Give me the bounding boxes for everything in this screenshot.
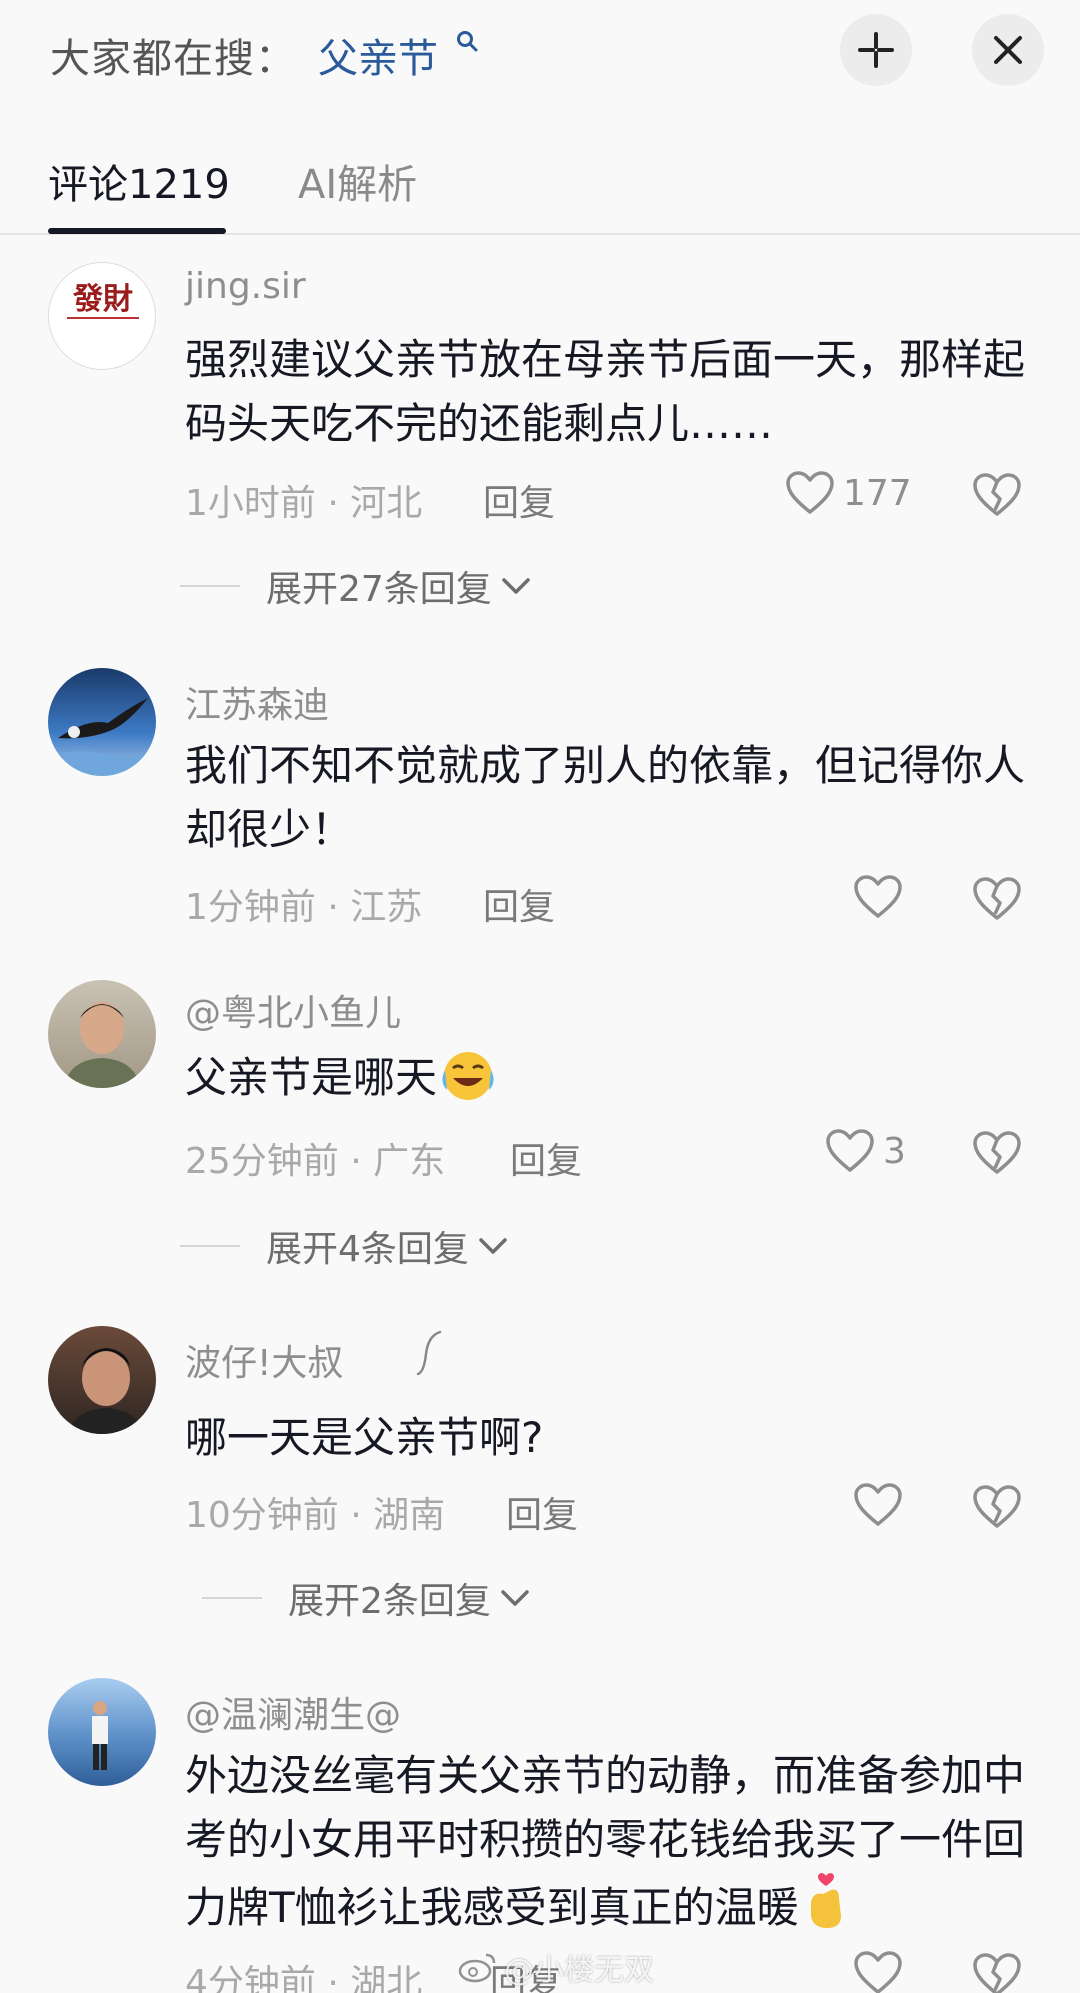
comment-meta: 4分钟前 · 湖北	[185, 1963, 423, 1993]
divider-line	[202, 1597, 262, 1599]
chevron-down-icon	[502, 578, 530, 594]
heart-icon	[786, 471, 834, 514]
avatar[interactable]	[48, 1326, 156, 1434]
like-button[interactable]: 177	[785, 470, 912, 516]
username[interactable]: @温澜潮生@	[185, 1686, 401, 1738]
active-tab-indicator	[48, 228, 226, 234]
broken-heart-icon	[973, 877, 1021, 920]
dislike-button[interactable]	[972, 1130, 1022, 1180]
heart-icon	[826, 1129, 874, 1172]
username[interactable]: jing.sir	[185, 266, 306, 307]
dislike-button[interactable]	[972, 1484, 1022, 1534]
heart-icon	[854, 875, 902, 918]
tab-comments[interactable]: 评论1219	[48, 152, 230, 210]
search-prefix: 大家都在搜：	[50, 36, 296, 82]
comment-meta: 1分钟前 · 江苏	[185, 887, 423, 928]
heart-icon	[854, 1951, 902, 1993]
search-bar: 大家都在搜： 父亲节	[0, 0, 1080, 110]
divider-line	[180, 585, 240, 587]
laughing-crying-emoji-icon	[442, 1052, 494, 1100]
collapse-icon	[858, 32, 894, 68]
expand-replies-button[interactable]: 展开27条回复	[180, 560, 532, 612]
like-button[interactable]	[853, 1950, 903, 1993]
watermark: @小楼无双	[458, 1945, 654, 1989]
expand-replies-button[interactable]: 展开4条回复	[180, 1220, 509, 1272]
chevron-down-icon	[501, 1590, 529, 1606]
avatar[interactable]: 發財	[48, 262, 156, 370]
divider-line	[180, 1245, 240, 1247]
comment-text: 哪一天是父亲节啊?	[185, 1413, 544, 1462]
dislike-button[interactable]	[972, 472, 1022, 522]
comment-text-body: 父亲节是哪天	[185, 1053, 438, 1102]
comment-meta: 10分钟前 · 湖南	[185, 1495, 446, 1536]
avatar[interactable]	[48, 668, 156, 776]
username[interactable]: 波仔!大叔	[185, 1334, 343, 1386]
like-button[interactable]	[853, 874, 903, 920]
avatar[interactable]	[48, 1678, 156, 1786]
dislike-button[interactable]	[972, 1952, 1022, 1993]
reply-button[interactable]: 回复	[510, 1132, 582, 1184]
svg-text:發財: 發財	[72, 282, 133, 317]
dislike-button[interactable]	[972, 876, 1022, 926]
comment-text: 我们不知不觉就成了别人的依靠，但记得你人却很少！	[185, 741, 1026, 854]
reply-button[interactable]: 回复	[483, 878, 555, 930]
like-count: 177	[843, 472, 912, 514]
like-button[interactable]	[853, 1482, 903, 1528]
finger-heart-emoji-icon	[810, 1873, 841, 1928]
broken-heart-icon	[973, 473, 1021, 516]
search-icon[interactable]	[456, 30, 478, 52]
search-keyword-link[interactable]: 父亲节	[318, 26, 438, 84]
tab-ai-analysis[interactable]: AI解析	[298, 152, 417, 210]
expand-replies-label: 展开27条回复	[266, 569, 492, 610]
expand-replies-button[interactable]: 展开2条回复	[202, 1572, 531, 1624]
comment-text: 强烈建议父亲节放在母亲节后面一天，那样起码头天吃不完的还能剩点儿……	[185, 335, 1026, 448]
decorative-stroke-icon	[416, 1330, 442, 1376]
close-button[interactable]	[972, 14, 1044, 86]
reply-button[interactable]: 回复	[483, 474, 555, 526]
username[interactable]: 江苏森迪	[185, 676, 329, 728]
close-icon	[994, 36, 1022, 64]
avatar[interactable]	[48, 980, 156, 1088]
tab-bar: 评论1219 AI解析	[0, 140, 1080, 235]
like-count: 3	[883, 1130, 906, 1172]
expand-replies-label: 展开4条回复	[266, 1229, 469, 1270]
like-button[interactable]: 3	[825, 1128, 906, 1174]
broken-heart-icon	[973, 1131, 1021, 1174]
comment-text: 外边没丝毫有关父亲节的动静，而准备参加中考的小女用平时积攒的零花钱给我买了一件回…	[185, 1744, 1035, 1940]
weibo-logo-icon	[458, 1953, 496, 1983]
comment-meta: 25分钟前 · 广东	[185, 1141, 446, 1182]
reply-button[interactable]: 回复	[506, 1486, 578, 1538]
comment-meta: 1小时前 · 河北	[185, 483, 423, 524]
comment-text: 父亲节是哪天	[185, 1046, 1035, 1110]
watermark-text: @小楼无双	[504, 1953, 654, 1988]
broken-heart-icon	[973, 1485, 1021, 1528]
comment-text-body: 外边没丝毫有关父亲节的动静，而准备参加中考的小女用平时积攒的零花钱给我买了一件回…	[185, 1751, 1026, 1932]
chevron-down-icon	[479, 1238, 507, 1254]
username[interactable]: @粤北小鱼儿	[185, 984, 401, 1036]
expand-replies-label: 展开2条回复	[288, 1581, 491, 1622]
collapse-button[interactable]	[840, 14, 912, 86]
heart-icon	[854, 1483, 902, 1526]
broken-heart-icon	[973, 1953, 1021, 1993]
